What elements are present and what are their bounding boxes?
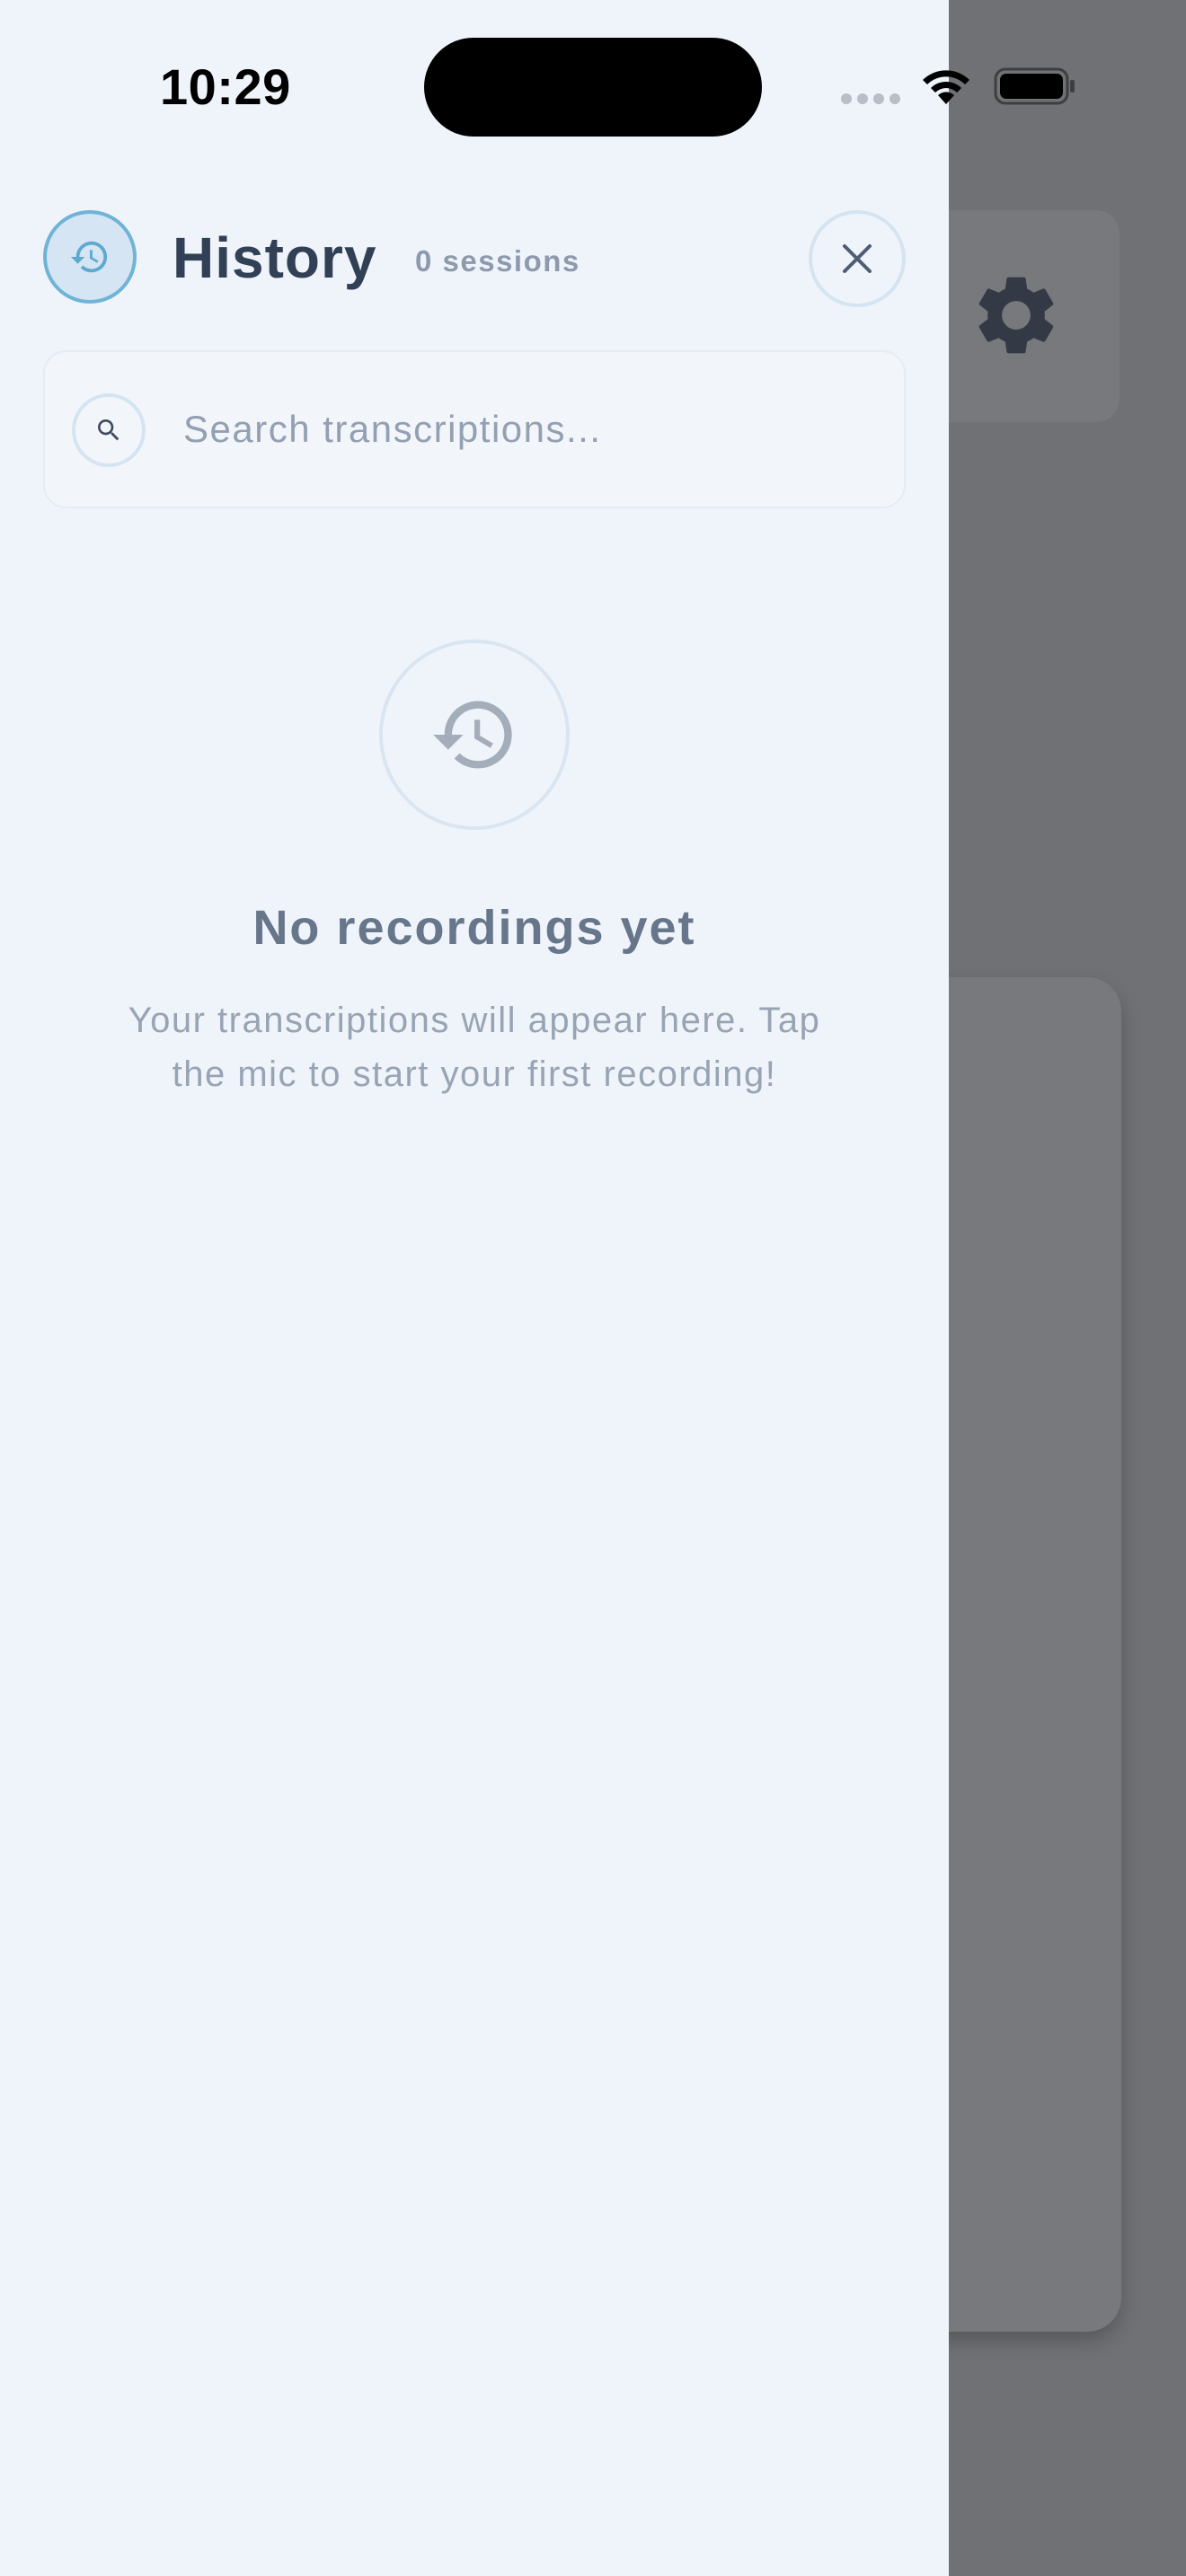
search-input[interactable] <box>183 402 866 456</box>
page-title: History <box>173 225 377 290</box>
dynamic-island <box>424 38 762 137</box>
search-icon-button <box>72 393 146 467</box>
search-bar[interactable] <box>43 350 906 508</box>
history-icon <box>433 701 512 769</box>
history-drawer: 10:29 History 0 sessions Search transcri… <box>0 0 1075 2576</box>
empty-state-title: No recordings yet <box>252 901 696 955</box>
search-icon <box>98 419 119 441</box>
gear-icon <box>978 277 1054 354</box>
close-icon <box>843 244 872 273</box>
status-time: 10:29 <box>160 58 291 115</box>
close-button[interactable] <box>809 210 906 307</box>
battery-icon <box>994 67 1075 105</box>
empty-state-description: Your transcriptions will appear here. Ta… <box>128 1001 821 1094</box>
session-count: 0 sessions <box>415 244 580 278</box>
history-badge <box>43 210 137 304</box>
cellular-signal-icon <box>841 93 900 104</box>
wifi-icon <box>923 70 969 104</box>
history-icon <box>70 241 108 273</box>
empty-state-icon-circle <box>379 640 570 830</box>
